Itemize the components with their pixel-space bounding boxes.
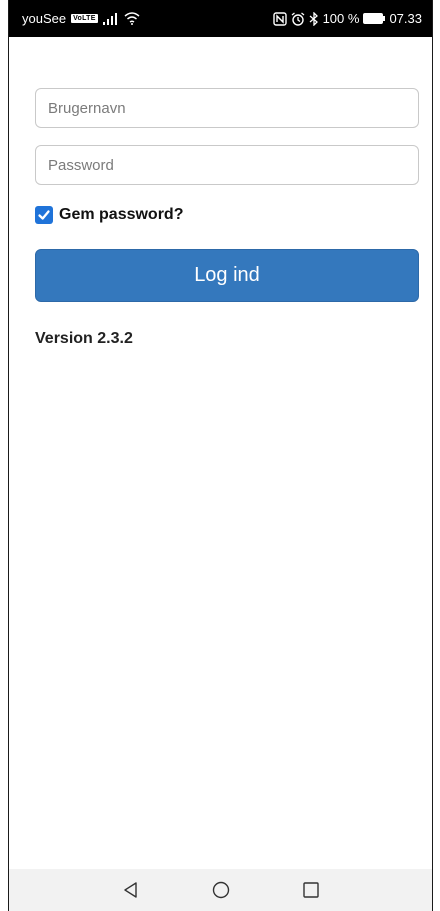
frame-edge-left (8, 0, 9, 911)
home-button[interactable] (176, 881, 266, 899)
bluetooth-icon (309, 11, 319, 26)
remember-password-checkbox[interactable] (35, 206, 53, 224)
version-label: Version 2.3.2 (35, 330, 133, 347)
password-field[interactable] (35, 145, 419, 185)
back-icon (123, 882, 137, 898)
alarm-icon (291, 11, 305, 26)
recents-button[interactable] (266, 881, 356, 899)
remember-password-label[interactable]: Gem password? (59, 206, 183, 224)
clock-time: 07.33 (389, 11, 422, 26)
signal-icon (102, 12, 119, 25)
status-bar-right: 100 % 07.33 (272, 11, 422, 26)
login-button[interactable]: Log ind (35, 249, 419, 302)
battery-icon (363, 13, 386, 24)
remember-password-row[interactable]: Gem password? (35, 206, 183, 224)
status-bar: youSee VoLTE 100 % 07.33 (9, 0, 432, 37)
nfc-icon (272, 11, 287, 26)
username-field[interactable] (35, 88, 419, 128)
checkmark-icon (38, 210, 50, 220)
back-button[interactable] (86, 881, 176, 899)
battery-percent: 100 % (322, 11, 360, 26)
wifi-icon (124, 12, 140, 25)
recents-icon (302, 882, 319, 898)
home-icon (212, 881, 229, 899)
navigation-bar (9, 869, 432, 911)
carrier-name: youSee (22, 11, 67, 26)
frame-edge-right (432, 0, 433, 911)
status-bar-left: youSee VoLTE (22, 11, 140, 26)
volte-badge: VoLTE (71, 14, 98, 23)
